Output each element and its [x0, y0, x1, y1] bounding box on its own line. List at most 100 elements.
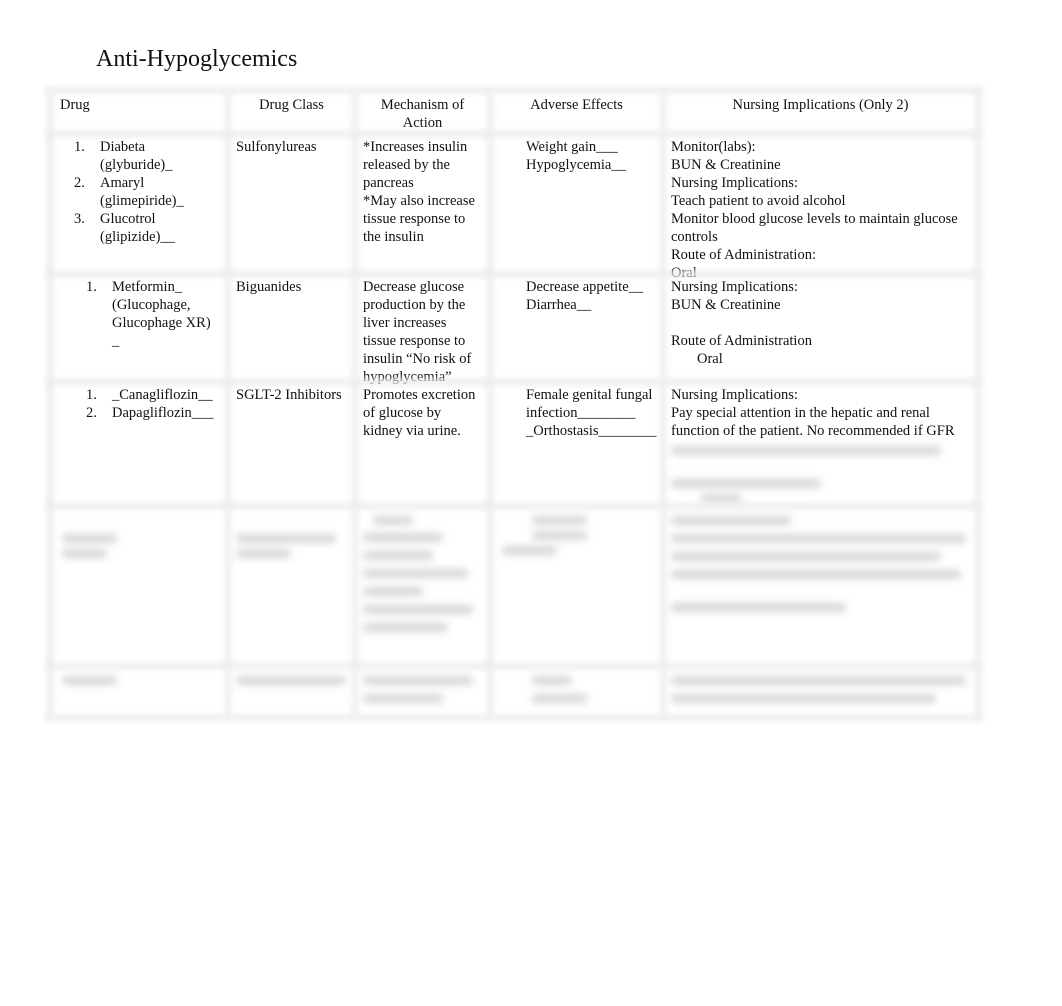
table-header-row: Drug Drug Class Mechanism of Action Adve…	[50, 90, 978, 134]
mechanism-line: *May also increase	[363, 193, 475, 209]
header-adverse-effects: Adverse Effects	[490, 90, 663, 134]
drug-brand-line: (Glucophage,	[112, 297, 191, 313]
table-row: 1. Diabeta (glyburide)_ 2. Amaryl (glimepir…	[50, 134, 978, 281]
drug-name: _Canagliflozin__	[112, 387, 213, 403]
drug-list-item: 1. Diabeta (glyburide)_	[58, 138, 220, 174]
drug-cell-obscured	[50, 666, 228, 718]
header-nursing-implications: Nursing Implications (Only 2)	[663, 90, 978, 134]
nursing-line: Oral	[697, 351, 723, 367]
blurred-text	[236, 534, 336, 543]
drug-generic-name: (glimepiride)_	[100, 193, 184, 209]
mechanism-line: *Increases insulin	[363, 139, 468, 155]
list-number: 2.	[86, 405, 97, 421]
adverse-effects-cell-obscured	[490, 506, 663, 666]
blurred-text	[363, 605, 473, 614]
nursing-line: Pay special attention in the hepatic and…	[671, 405, 930, 421]
drug-list-item: 1. Metformin_ (Glucophage, Glucophage XR) _	[58, 278, 220, 350]
blurred-text	[363, 551, 433, 560]
table-row: 1. _Canagliflozin__ 2. Dapagliflozin___ SG…	[50, 382, 978, 506]
nursing-cell-obscured	[663, 666, 978, 718]
drug-generic-name: (glipizide)__	[100, 229, 175, 245]
blurred-text	[363, 569, 468, 578]
bullet-icon: 	[498, 138, 526, 156]
adverse-effect-text: Decrease appetite__	[526, 279, 644, 295]
mechanism-cell: Decrease glucose production by the liver…	[355, 274, 490, 385]
blurred-text	[671, 552, 941, 561]
mechanism-cell: *Increases insulin released by the pancr…	[355, 134, 490, 274]
blurred-text	[701, 494, 741, 503]
page-title: Anti-Hypoglycemics	[96, 46, 298, 72]
table-row-obscured	[50, 506, 978, 666]
nursing-line: controls	[671, 229, 718, 245]
blurred-text	[671, 603, 846, 612]
adverse-effect-text: Weight gain___	[526, 139, 618, 155]
bullet-icon: 	[498, 278, 526, 296]
drug-class-cell: Sulfonylureas	[228, 134, 355, 274]
blurred-text	[363, 676, 473, 685]
mechanism-cell-obscured	[355, 666, 490, 718]
nursing-line: Teach patient to avoid alcohol	[671, 193, 846, 209]
list-number: 3.	[74, 211, 85, 227]
mechanism-line: tissue response to	[363, 333, 466, 349]
drug-cell: 1. _Canagliflozin__ 2. Dapagliflozin___	[50, 382, 228, 506]
mechanism-line: production by the	[363, 297, 466, 313]
adverse-effect-item: _Orthostasis________	[498, 422, 657, 440]
adverse-effect-text: Female genital fungal	[526, 387, 653, 403]
drug-name: Dapagliflozin___	[112, 405, 214, 421]
blurred-text	[62, 534, 117, 543]
adverse-effect-text: infection________	[526, 405, 636, 421]
nursing-cell-obscured	[663, 506, 978, 666]
blurred-text	[532, 676, 572, 685]
mechanism-line: released by the	[363, 157, 450, 173]
bullet-icon: 	[498, 296, 526, 314]
nursing-cell: Monitor(labs): BUN & Creatinine Nursing …	[663, 134, 978, 281]
drug-brand-line: Glucophage XR) _	[112, 315, 211, 349]
adverse-effect-item: Hypoglycemia__	[498, 156, 655, 174]
nursing-line: BUN & Creatinine	[671, 157, 781, 173]
mechanism-line: insulin “No risk of	[363, 351, 472, 367]
drug-list-item: 3. Glucotrol (glipizide)__	[58, 210, 220, 246]
blurred-text	[532, 516, 587, 525]
bullet-icon: 	[498, 156, 526, 174]
blurred-text	[532, 694, 587, 703]
adverse-effects-cell: Weight gain___ Hypoglycemia__	[490, 134, 663, 274]
header-mechanism: Mechanism of Action	[355, 90, 490, 134]
nursing-line: BUN & Creatinine	[671, 297, 781, 313]
mechanism-line: tissue response to	[363, 211, 466, 227]
adverse-effect-text: Hypoglycemia__	[526, 157, 626, 173]
blurred-text	[671, 676, 966, 685]
drug-name: Glucotrol	[100, 211, 156, 227]
drug-class-cell-obscured	[228, 506, 355, 666]
adverse-effects-cell: Female genital fungalinfection________ …	[490, 382, 663, 506]
blurred-text	[671, 570, 961, 579]
drug-class-cell-obscured	[228, 666, 355, 718]
blurred-text	[671, 479, 821, 488]
drug-cell: 1. Metformin_ (Glucophage, Glucophage XR) _	[50, 274, 228, 382]
drug-name: Diabeta (glyburide)_	[100, 139, 173, 173]
blurred-text	[671, 516, 791, 525]
adverse-effect-item: Female genital fungal infection________	[498, 386, 655, 422]
nursing-cell: Nursing Implications: Pay special attent…	[663, 382, 978, 506]
drug-list-item: 2. Dapagliflozin___	[58, 404, 220, 422]
blurred-text	[373, 516, 413, 525]
blurred-text	[363, 533, 443, 542]
adverse-effects-cell: Decrease appetite__ Diarrhea__	[490, 274, 663, 382]
mechanism-line: kidney via urine.	[363, 423, 461, 439]
header-drug: Drug	[60, 97, 90, 113]
blurred-text	[671, 446, 941, 455]
blurred-text	[532, 531, 587, 540]
nursing-cell: Nursing Implications: BUN & Creatinine R…	[663, 274, 978, 382]
mechanism-line: of glucose by	[363, 405, 442, 421]
drug-name: Metformin_	[112, 279, 183, 295]
nursing-line: Nursing Implications:	[671, 175, 798, 191]
adverse-effect-item: Diarrhea__	[498, 296, 655, 314]
header-drug-class: Drug Class	[228, 90, 355, 134]
nursing-line: Monitor blood glucose levels to maintain…	[671, 211, 958, 227]
nursing-line: Route of Administration:	[671, 247, 816, 263]
list-number: 2.	[74, 175, 85, 191]
nursing-line: Monitor(labs):	[671, 139, 756, 155]
drug-name: Amaryl	[100, 175, 145, 191]
blurred-text	[502, 546, 557, 555]
blurred-text	[363, 623, 448, 632]
